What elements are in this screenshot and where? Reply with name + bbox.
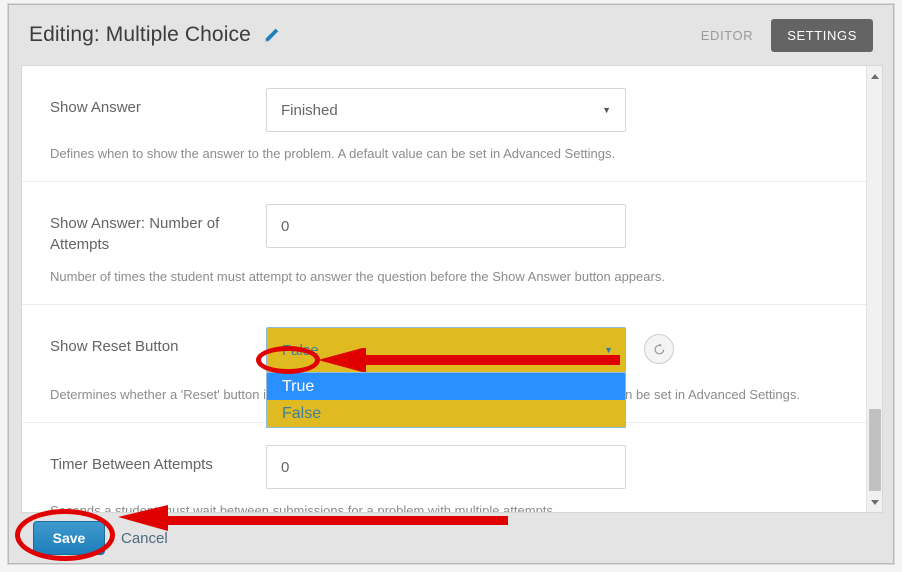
editing-modal: Editing: Multiple Choice EDITOR SETTINGS… xyxy=(8,4,894,564)
pencil-icon[interactable] xyxy=(263,27,280,44)
setting-control: False ▼ True False xyxy=(266,327,674,428)
modal-footer: Save Cancel xyxy=(9,513,893,563)
page-title: Editing: Multiple Choice xyxy=(29,23,251,46)
show-reset-button-option-list: True False xyxy=(266,373,626,428)
setting-label-show-answer-attempts: Show Answer: Number of Attempts xyxy=(50,215,220,253)
save-button[interactable]: Save xyxy=(33,521,105,555)
vertical-scrollbar[interactable] xyxy=(866,66,882,512)
setting-row: Show Reset Button False ▼ True False Det… xyxy=(22,305,867,428)
scroll-up-icon[interactable] xyxy=(867,68,882,84)
setting-row: Timer Between Attempts 0 Seconds a stude… xyxy=(22,423,867,513)
tab-settings[interactable]: SETTINGS xyxy=(771,18,873,52)
setting-help-timer-between-attempts: Seconds a student must wait between subm… xyxy=(50,503,557,513)
show-reset-button-value: False xyxy=(282,341,319,359)
chevron-down-icon: ▼ xyxy=(604,344,613,355)
revert-to-default-button[interactable] xyxy=(644,334,674,364)
cancel-button[interactable]: Cancel xyxy=(121,530,168,547)
settings-scroll-area: Show Answer Finished ▼ Defines when to s… xyxy=(21,65,883,513)
revert-icon xyxy=(653,343,664,354)
chevron-down-icon: ▼ xyxy=(602,104,611,115)
scroll-thumb[interactable] xyxy=(869,409,881,491)
settings-list: Show Answer Finished ▼ Defines when to s… xyxy=(22,66,867,513)
timer-between-attempts-input[interactable]: 0 xyxy=(266,445,626,489)
setting-row: Show Answer: Number of Attempts 0 Number… xyxy=(22,182,867,305)
setting-control: 0 xyxy=(266,204,626,248)
setting-label-show-reset-button: Show Reset Button xyxy=(50,338,179,355)
setting-label-show-answer: Show Answer xyxy=(50,99,141,116)
show-answer-attempts-value: 0 xyxy=(281,217,290,235)
show-reset-button-select[interactable]: False ▼ xyxy=(266,327,626,373)
show-reset-button-select-wrap: False ▼ True False xyxy=(266,327,626,428)
setting-row: Show Answer Finished ▼ Defines when to s… xyxy=(22,66,867,182)
show-answer-attempts-input[interactable]: 0 xyxy=(266,204,626,248)
option-false[interactable]: False xyxy=(267,400,625,427)
show-answer-value: Finished xyxy=(281,101,338,119)
option-true[interactable]: True xyxy=(267,373,625,400)
scroll-down-icon[interactable] xyxy=(867,494,882,510)
setting-label-timer-between-attempts: Timer Between Attempts xyxy=(50,456,213,473)
header-tabs: EDITOR SETTINGS xyxy=(697,18,873,52)
setting-help-show-answer: Defines when to show the answer to the p… xyxy=(50,146,616,161)
setting-control: Finished ▼ xyxy=(266,88,626,132)
setting-control: 0 xyxy=(266,445,626,489)
modal-header: Editing: Multiple Choice EDITOR SETTINGS xyxy=(9,5,893,65)
tab-editor[interactable]: EDITOR xyxy=(697,22,757,49)
show-answer-select[interactable]: Finished ▼ xyxy=(266,88,626,132)
setting-help-show-answer-attempts: Number of times the student must attempt… xyxy=(50,269,665,284)
timer-between-attempts-value: 0 xyxy=(281,458,290,476)
